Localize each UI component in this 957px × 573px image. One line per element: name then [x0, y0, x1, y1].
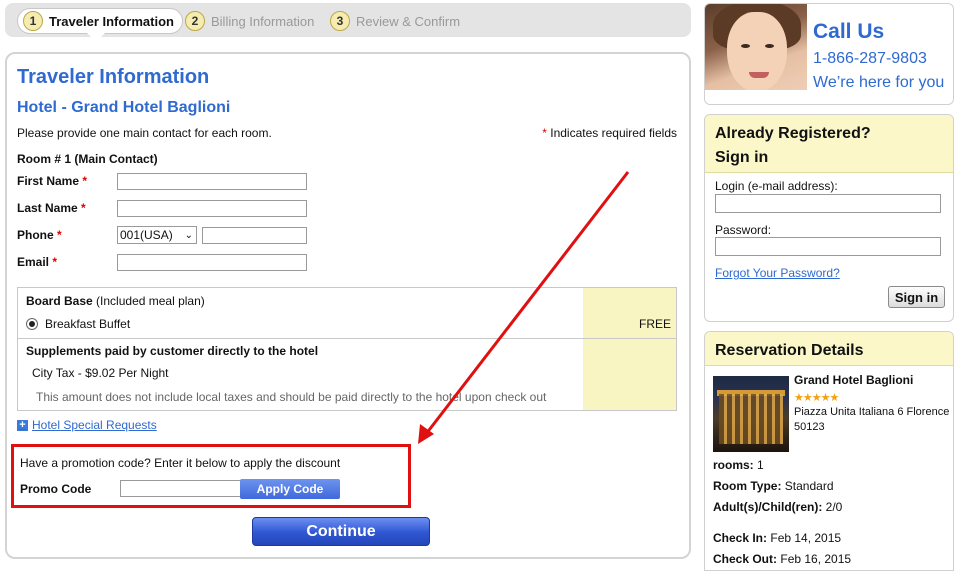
hotel-address: Piazza Unita Italiana 6 Florence [794, 406, 950, 418]
breakfast-radio[interactable] [26, 318, 38, 330]
phone-label: Phone * [17, 228, 62, 242]
call-us-title: Call Us [813, 20, 885, 43]
promo-code-label: Promo Code [20, 482, 92, 496]
call-us-tagline: We’re here for you [813, 74, 945, 91]
promo-code-section: Have a promotion code? Enter it below to… [11, 444, 411, 508]
form-intro: Please provide one main contact for each… [17, 126, 272, 140]
step-billing-information[interactable]: 2 Billing Information [185, 8, 314, 34]
check-in-row: Check In: Feb 14, 2015 [713, 531, 842, 545]
plus-icon: + [17, 419, 28, 431]
checkout-steps: 1 Traveler Information 2 Billing Informa… [5, 3, 691, 42]
divider [18, 338, 676, 339]
hotel-photo [713, 376, 789, 452]
apply-code-button[interactable]: Apply Code [240, 479, 340, 499]
phone-country-select[interactable]: 001(USA) ⌄ [117, 226, 197, 244]
promo-text: Have a promotion code? Enter it below to… [20, 456, 341, 470]
hotel-postcode: 50123 [794, 421, 825, 433]
support-agent-photo [705, 4, 807, 104]
first-name-field[interactable] [117, 173, 307, 190]
phone-country-value: 001(USA) [120, 228, 173, 242]
hotel-name: Grand Hotel Baglioni [794, 373, 914, 387]
required-fields-note: * Indicates required fields [542, 126, 677, 140]
password-input[interactable] [715, 237, 941, 256]
reservation-details-box: Reservation Details Grand Hotel Baglioni… [704, 331, 954, 571]
active-step-pointer [87, 33, 105, 42]
meal-plan-label: Breakfast Buffet [45, 317, 131, 331]
login-label: Login (e-mail address): [715, 179, 838, 193]
step-traveler-information[interactable]: 1 Traveler Information [17, 8, 183, 34]
board-base-title: Board Base (Included meal plan) [26, 294, 205, 308]
sign-in-button[interactable]: Sign in [888, 286, 945, 308]
city-tax: City Tax - $9.02 Per Night [32, 366, 169, 380]
step-label: Billing Information [211, 13, 315, 29]
last-name-field[interactable] [117, 200, 307, 217]
hotel-special-requests-link[interactable]: + Hotel Special Requests [17, 418, 157, 432]
password-label: Password: [715, 223, 772, 237]
traveler-form-panel: Traveler Information Hotel - Grand Hotel… [5, 52, 691, 559]
tax-note: This amount does not include local taxes… [36, 390, 547, 404]
step-number: 3 [330, 11, 350, 31]
check-out-row: Check Out: Feb 16, 2015 [713, 552, 852, 566]
meal-plan-price: FREE [638, 317, 671, 331]
sign-in-box: Already Registered? Sign in Login (e-mai… [704, 114, 954, 322]
step-number: 2 [185, 11, 205, 31]
promo-code-input[interactable] [120, 480, 242, 497]
call-us-phone: 1-866-287-9803 [813, 50, 927, 67]
star-rating-icon: ★★★★★ [794, 392, 839, 404]
email-label: Email * [17, 255, 58, 269]
continue-button[interactable]: Continue [252, 517, 430, 546]
sign-in-title: Sign in [715, 149, 769, 166]
reservation-title: Reservation Details [715, 342, 864, 359]
last-name-label: Last Name * [17, 201, 86, 215]
login-email-input[interactable] [715, 194, 941, 213]
step-label: Traveler Information [49, 13, 174, 29]
forgot-password-link[interactable]: Forgot Your Password? [715, 266, 840, 280]
already-registered-title: Already Registered? [715, 125, 871, 142]
rooms-row: rooms: 1 [713, 458, 764, 472]
email-field[interactable] [117, 254, 307, 271]
board-base-box: Board Base (Included meal plan) Breakfas… [17, 287, 677, 411]
price-column [583, 288, 676, 410]
step-label: Review & Confirm [356, 13, 461, 29]
step-number: 1 [23, 11, 43, 31]
step-review-confirm[interactable]: 3 Review & Confirm [330, 8, 460, 34]
call-us-box: Call Us 1-866-287-9803 We’re here for yo… [704, 3, 954, 105]
room-type-row: Room Type: Standard [713, 479, 834, 493]
phone-number-field[interactable] [202, 227, 307, 244]
chevron-down-icon: ⌄ [184, 229, 193, 241]
guests-row: Adult(s)/Child(ren): 2/0 [713, 500, 843, 514]
page-title: Traveler Information [17, 66, 210, 88]
first-name-label: First Name * [17, 174, 88, 188]
supplements-title: Supplements paid by customer directly to… [26, 344, 319, 358]
special-requests-label: Hotel Special Requests [32, 418, 157, 432]
room-title: Room # 1 (Main Contact) [17, 152, 158, 166]
hotel-title: Hotel - Grand Hotel Baglioni [17, 99, 231, 116]
